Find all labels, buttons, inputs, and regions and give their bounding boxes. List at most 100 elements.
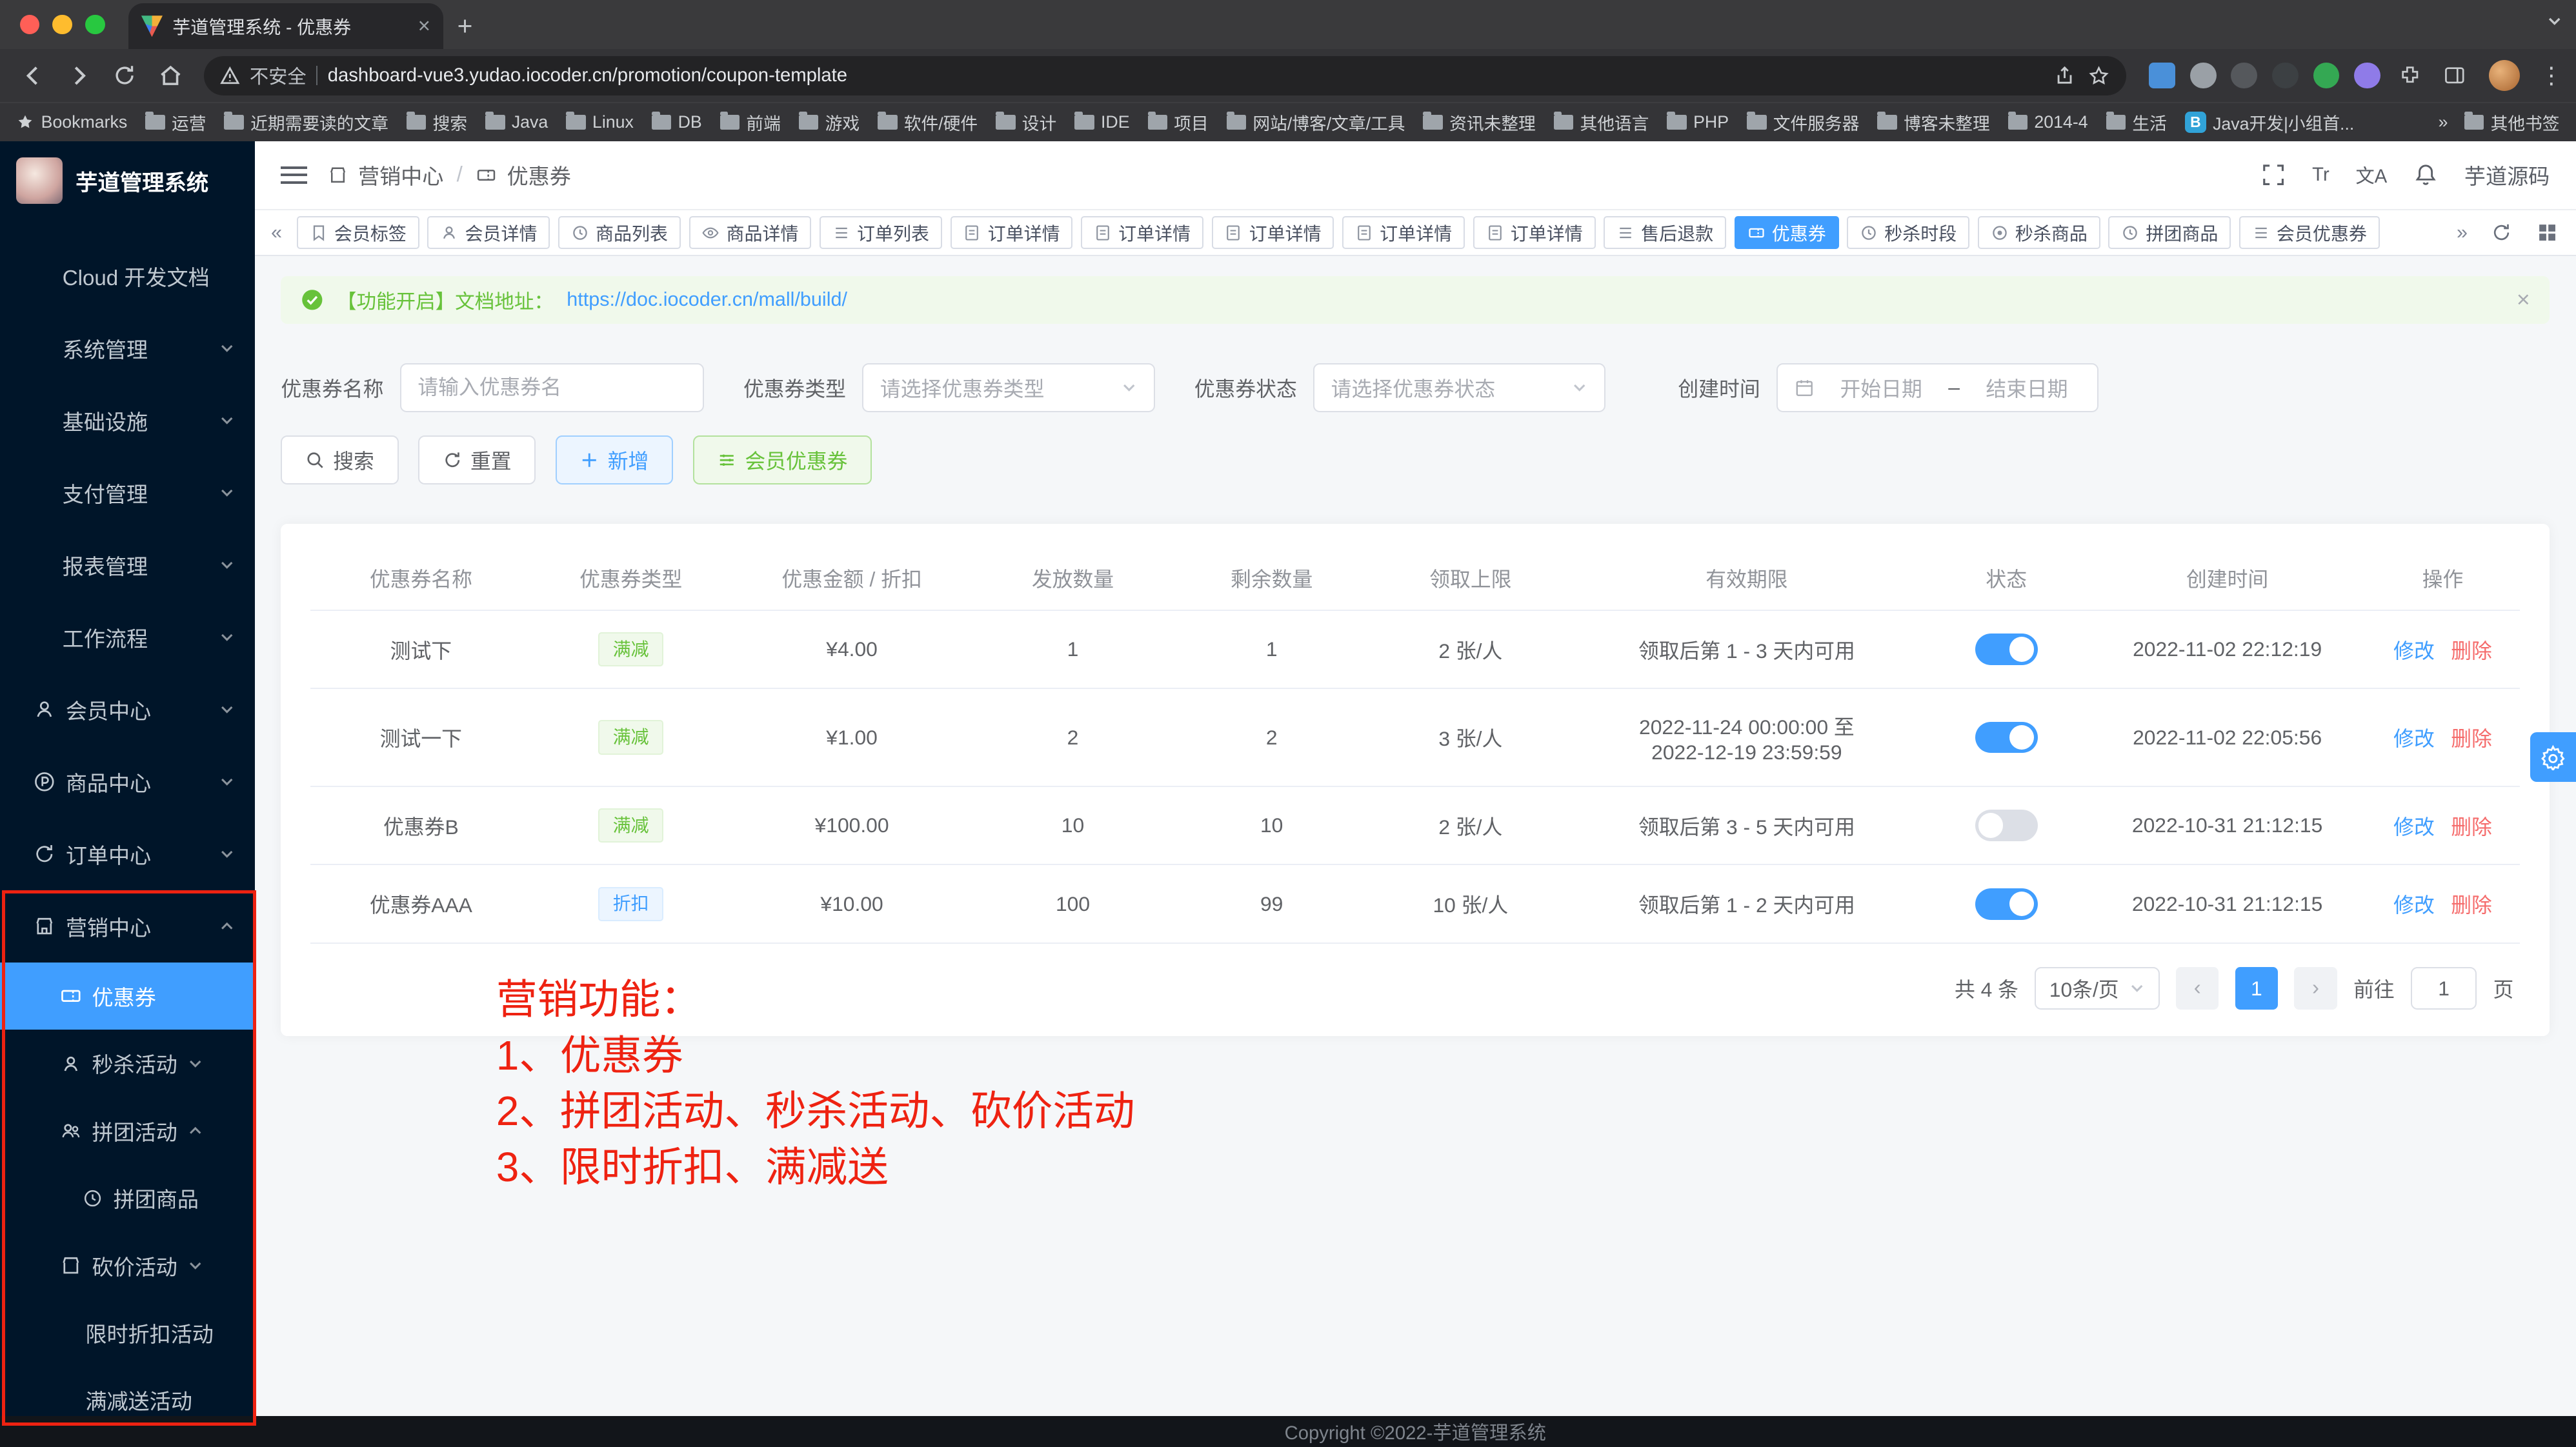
- tagsview-tab[interactable]: 订单详情: [951, 216, 1073, 249]
- tagsview-tab[interactable]: 售后退款: [1604, 216, 1726, 249]
- font-size-icon[interactable]: Tr: [2312, 165, 2329, 186]
- add-button[interactable]: 新增: [556, 435, 673, 484]
- sidebar-item-order-center[interactable]: 订单中心: [0, 818, 255, 890]
- profile-avatar[interactable]: [2489, 60, 2520, 91]
- next-page-button[interactable]: ›: [2294, 967, 2337, 1010]
- bookmark-item[interactable]: 网站/博客/文章/工具: [1227, 110, 1405, 135]
- side-panel-icon[interactable]: [2440, 61, 2470, 90]
- extension-icon[interactable]: [2149, 63, 2175, 89]
- current-page-button[interactable]: 1: [2235, 967, 2278, 1010]
- bookmark-item[interactable]: 前端: [720, 110, 781, 135]
- sidebar-item-coupon[interactable]: 优惠券: [0, 963, 255, 1030]
- tagsview-tab[interactable]: 订单详情: [1212, 216, 1334, 249]
- bookmark-item[interactable]: 资讯未整理: [1423, 110, 1535, 135]
- extension-icon[interactable]: [2190, 63, 2217, 89]
- edit-link[interactable]: 修改: [2393, 815, 2435, 839]
- sidebar-item-product-center[interactable]: 商品中心: [0, 746, 255, 818]
- delete-link[interactable]: 删除: [2451, 639, 2492, 663]
- sidebar-item-pay[interactable]: 支付管理: [0, 457, 255, 529]
- forward-icon[interactable]: [59, 56, 99, 95]
- doc-link[interactable]: https://doc.iocoder.cn/mall/build/: [567, 288, 847, 311]
- tagsview-tab[interactable]: 会员优惠券: [2239, 216, 2380, 249]
- delete-link[interactable]: 删除: [2451, 727, 2492, 750]
- bookmark-item[interactable]: PHP: [1667, 112, 1729, 132]
- sidebar-item-bargain[interactable]: 砍价活动: [0, 1232, 255, 1299]
- bookmarks-overflow-chevron[interactable]: »: [2439, 112, 2448, 132]
- bookmark-item-bilibili[interactable]: BJava开发|小组首...: [2185, 110, 2355, 135]
- sidebar-item-groupbuy-product[interactable]: 拼团商品: [0, 1164, 255, 1232]
- bookmark-item[interactable]: 项目: [1148, 110, 1209, 135]
- sidebar-item-groupbuy[interactable]: 拼团活动: [0, 1097, 255, 1164]
- close-window-button[interactable]: [20, 15, 40, 35]
- coupon-name-input[interactable]: [400, 363, 704, 412]
- sidebar-item-seckill[interactable]: 秒杀活动: [0, 1030, 255, 1097]
- coupon-status-select[interactable]: 请选择优惠券状态: [1313, 363, 1605, 412]
- bookmark-item[interactable]: IDE: [1074, 112, 1129, 132]
- status-toggle[interactable]: [1975, 634, 2038, 664]
- status-toggle[interactable]: [1975, 810, 2038, 841]
- bookmark-item[interactable]: 设计: [996, 110, 1056, 135]
- bell-icon[interactable]: [2413, 163, 2438, 187]
- hamburger-icon[interactable]: [281, 166, 307, 184]
- tags-refresh-icon[interactable]: [2482, 222, 2521, 243]
- tagsview-tab[interactable]: 订单列表: [820, 216, 942, 249]
- bookmark-item[interactable]: Java: [485, 112, 548, 132]
- tab-overflow-chevron-icon[interactable]: [2546, 13, 2562, 29]
- tagsview-tab[interactable]: 秒杀时段: [1847, 216, 1969, 249]
- bookmark-star-icon[interactable]: [2088, 65, 2109, 86]
- app-logo[interactable]: 芋道管理系统: [0, 141, 255, 220]
- page-size-select[interactable]: 10条/页: [2035, 967, 2159, 1010]
- reset-button[interactable]: 重置: [418, 435, 536, 484]
- status-toggle[interactable]: [1975, 722, 2038, 753]
- bookmark-item[interactable]: 游戏: [799, 110, 860, 135]
- home-icon[interactable]: [151, 56, 190, 95]
- bookmark-item[interactable]: 软件/硬件: [878, 110, 978, 135]
- bookmark-item[interactable]: 2014-4: [2008, 112, 2088, 132]
- tagsview-tab[interactable]: 秒杀商品: [1978, 216, 2100, 249]
- tagsview-tab[interactable]: 会员详情: [427, 216, 550, 249]
- browser-menu-icon[interactable]: ⋮: [2540, 63, 2563, 89]
- tagsview-tab[interactable]: 商品详情: [689, 216, 812, 249]
- tagsview-tab[interactable]: 拼团商品: [2108, 216, 2231, 249]
- fullscreen-icon[interactable]: [2261, 163, 2286, 187]
- tagsview-tab[interactable]: 订单详情: [1342, 216, 1465, 249]
- member-coupon-button[interactable]: 会员优惠券: [693, 435, 872, 484]
- bookmark-item[interactable]: 生活: [2106, 110, 2167, 135]
- bookmarks-root[interactable]: Bookmarks: [16, 112, 127, 132]
- delete-link[interactable]: 删除: [2451, 815, 2492, 839]
- tagsview-tab-active[interactable]: 优惠券: [1735, 216, 1839, 249]
- minimize-window-button[interactable]: [52, 15, 72, 35]
- coupon-type-select[interactable]: 请选择优惠券类型: [862, 363, 1154, 412]
- extension-icon[interactable]: [2231, 63, 2257, 89]
- tagsview-tab[interactable]: 商品列表: [558, 216, 681, 249]
- date-range-picker[interactable]: 开始日期 – 结束日期: [1776, 363, 2098, 412]
- sidebar-item-marketing-center[interactable]: 营销中心: [0, 890, 255, 963]
- extension-icon[interactable]: [2272, 63, 2299, 89]
- address-bar[interactable]: 不安全 dashboard-vue3.yudao.iocoder.cn/prom…: [204, 56, 2126, 95]
- sidebar-item-report[interactable]: 报表管理: [0, 529, 255, 601]
- user-name[interactable]: 芋道源码: [2464, 159, 2550, 190]
- extension-icon[interactable]: [2354, 63, 2380, 89]
- tab-close-icon[interactable]: ×: [418, 15, 430, 37]
- reload-icon[interactable]: [105, 56, 145, 95]
- layout-grid-icon[interactable]: [2528, 222, 2566, 243]
- bookmark-item[interactable]: 博客未整理: [1877, 110, 1989, 135]
- browser-tab[interactable]: 芋道管理系统 - 优惠券 ×: [128, 3, 444, 49]
- prev-page-button[interactable]: ‹: [2176, 967, 2219, 1010]
- bookmark-item[interactable]: 文件服务器: [1747, 110, 1859, 135]
- settings-gear-button[interactable]: [2530, 732, 2576, 781]
- zoom-window-button[interactable]: [85, 15, 105, 35]
- new-tab-button[interactable]: +: [443, 5, 486, 48]
- bookmark-item[interactable]: Linux: [566, 112, 634, 132]
- goto-page-input[interactable]: [2411, 967, 2477, 1010]
- bookmark-item[interactable]: 运营: [145, 110, 206, 135]
- sidebar-item-system[interactable]: 系统管理: [0, 312, 255, 384]
- bookmark-item[interactable]: DB: [652, 112, 702, 132]
- edit-link[interactable]: 修改: [2393, 727, 2435, 750]
- edit-link[interactable]: 修改: [2393, 893, 2435, 917]
- sidebar-item-discount-activity[interactable]: 限时折扣活动: [0, 1299, 255, 1366]
- sidebar-item-workflow[interactable]: 工作流程: [0, 601, 255, 674]
- sidebar-item-cloud-docs[interactable]: Cloud 开发文档: [0, 240, 255, 312]
- tags-scroll-left-icon[interactable]: «: [265, 221, 288, 244]
- search-button[interactable]: 搜索: [281, 435, 398, 484]
